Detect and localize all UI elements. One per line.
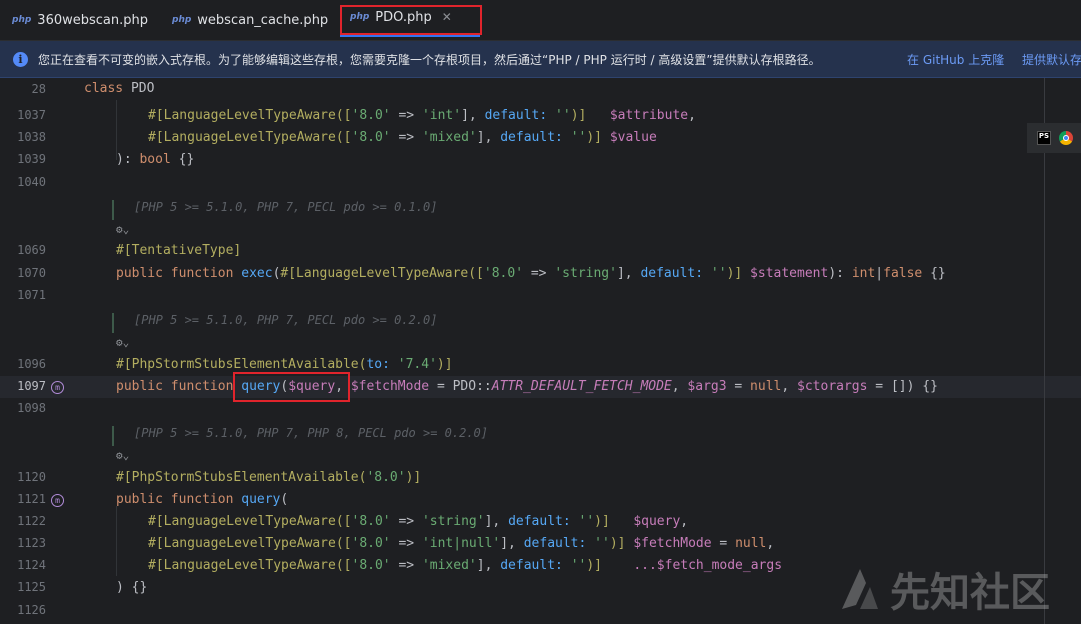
code-line-query: public function query($query, $fetchMode…	[116, 379, 938, 394]
tab-360webscan[interactable]: php 360webscan.php	[12, 0, 148, 40]
editor-tab-bar: php 360webscan.php php webscan_cache.php…	[0, 0, 1081, 41]
stub-info-banner: i 您正在查看不可变的嵌入式存根。为了能够编辑这些存根，您需要克隆一个存根项目，…	[0, 41, 1081, 78]
line-number: 1040	[17, 175, 46, 189]
tab-webscan-cache[interactable]: php webscan_cache.php	[172, 0, 328, 40]
right-margin-guide	[1044, 78, 1045, 624]
folded-doc-comment[interactable]: [PHP 5 >= 5.1.0, PHP 7, PECL pdo >= 0.2.…	[112, 313, 494, 333]
line-number: 1098	[17, 401, 46, 415]
folded-doc-comment[interactable]: [PHP 5 >= 5.1.0, PHP 7, PECL pdo >= 0.1.…	[112, 200, 494, 220]
watermark-text: 先知社区	[890, 570, 1050, 616]
line-number: 1070	[17, 266, 46, 280]
implementation-gutter-icon[interactable]: m	[51, 381, 64, 394]
close-icon[interactable]: ✕	[442, 10, 452, 24]
line-number: 1096	[17, 357, 46, 371]
code-line: #[LanguageLevelTypeAware(['8.0' => 'int'…	[148, 108, 696, 123]
code-line: #[PhpStormStubsElementAvailable('8.0')]	[116, 470, 422, 485]
code-line: #[LanguageLevelTypeAware(['8.0' => 'mixe…	[148, 130, 657, 145]
tab-label: PDO.php	[375, 9, 432, 25]
chrome-browser-icon[interactable]	[1059, 131, 1073, 145]
folded-doc-comment[interactable]: [PHP 5 >= 5.1.0, PHP 7, PHP 8, PECL pdo …	[112, 426, 494, 446]
code-line: ): bool {}	[116, 152, 195, 167]
line-number: 1126	[17, 603, 46, 617]
code-line: public function exec(#[LanguageLevelType…	[116, 266, 946, 281]
code-line: #[LanguageLevelTypeAware(['8.0' => 'int|…	[148, 536, 775, 551]
line-number: 1037	[17, 108, 46, 122]
info-icon: i	[13, 51, 28, 67]
open-in-browser-toolbar: PS	[1027, 123, 1081, 153]
watermark-logo-icon	[842, 569, 878, 609]
code-line: #[LanguageLevelTypeAware(['8.0' => 'mixe…	[148, 558, 783, 573]
provide-default-stubs-link[interactable]: 提供默认存根	[1022, 51, 1081, 68]
clone-on-github-link[interactable]: 在 GitHub 上克隆	[907, 51, 1004, 68]
line-number: 1039	[17, 152, 46, 166]
fold-toggle-icon[interactable]: ⚙⌄	[116, 223, 129, 236]
line-number: 1097	[17, 379, 46, 393]
line-number: 1071	[17, 288, 46, 302]
php-file-icon: php	[350, 12, 370, 22]
line-number: 1123	[17, 536, 46, 550]
php-file-icon: php	[12, 15, 32, 25]
tab-pdo[interactable]: php PDO.php ✕	[340, 0, 480, 37]
indent-guide	[116, 506, 117, 576]
php-file-icon: php	[172, 15, 192, 25]
code-editor[interactable]: 28 1037 1038 1039 1040 1069 1070 1071 10…	[0, 78, 1081, 624]
line-number: 28	[31, 82, 46, 96]
line-number: 1124	[17, 558, 46, 572]
tab-label: webscan_cache.php	[197, 12, 329, 28]
code-line: #[LanguageLevelTypeAware(['8.0' => 'stri…	[148, 514, 689, 529]
fold-toggle-icon[interactable]: ⚙⌄	[116, 336, 129, 349]
line-number: 1120	[17, 470, 46, 484]
phpstorm-browser-icon[interactable]: PS	[1037, 131, 1051, 145]
watermark: 先知社区	[836, 560, 1050, 618]
banner-message: 您正在查看不可变的嵌入式存根。为了能够编辑这些存根，您需要克隆一个存根项目，然后…	[38, 52, 821, 67]
code-line: class PDO	[84, 81, 155, 96]
code-line: #[TentativeType]	[116, 243, 242, 258]
code-line: public function query(	[116, 492, 289, 507]
line-number: 1122	[17, 514, 46, 528]
line-number: 1069	[17, 243, 46, 257]
code-line: #[PhpStormStubsElementAvailable(to: '7.4…	[116, 357, 453, 372]
line-number: 1038	[17, 130, 46, 144]
tab-label: 360webscan.php	[37, 12, 148, 28]
line-number: 1121	[17, 492, 46, 506]
fold-toggle-icon[interactable]: ⚙⌄	[116, 449, 129, 462]
implementation-gutter-icon[interactable]: m	[51, 494, 64, 507]
code-line: ) {}	[116, 580, 148, 595]
line-number: 1125	[17, 580, 46, 594]
